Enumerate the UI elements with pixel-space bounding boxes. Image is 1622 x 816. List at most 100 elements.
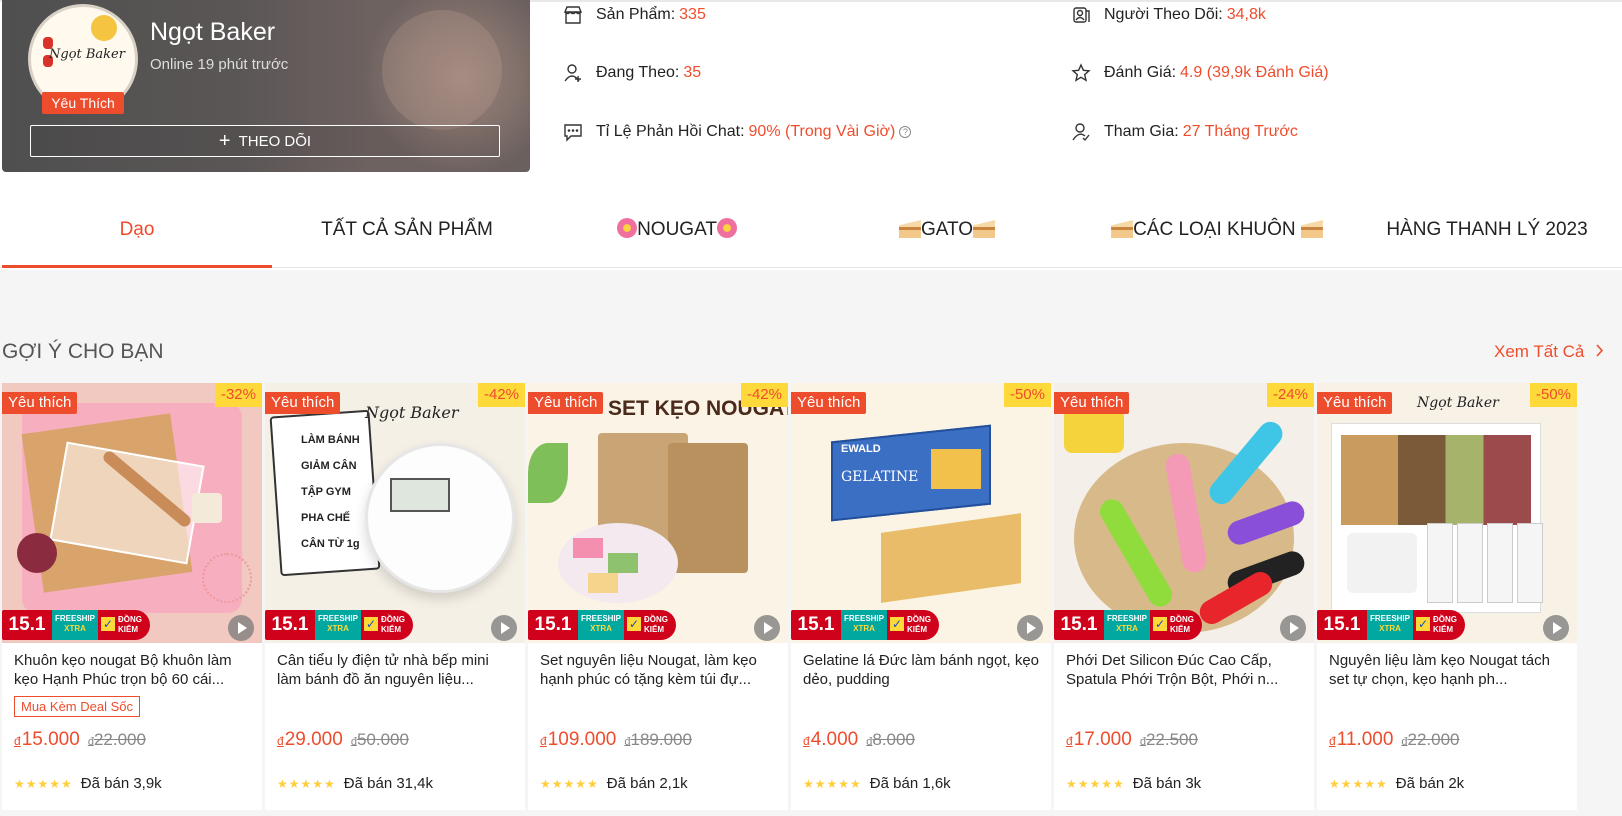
play-video-icon[interactable] bbox=[491, 615, 517, 641]
sold-count: Đã bán 2k bbox=[1395, 775, 1465, 792]
dong-kiem-badge: ✓ ĐỒNG KIỂM bbox=[1413, 610, 1465, 640]
freeship-text: FREESHIP bbox=[843, 614, 884, 623]
product-card[interactable]: Yêu thích -24% 15.1 FREESHIP XTRA ✓ ĐỒNG KI… bbox=[1054, 383, 1314, 810]
play-video-icon[interactable] bbox=[1280, 615, 1306, 641]
rating-row: ★★★★★ Đã bán 2,1k bbox=[540, 775, 688, 792]
star-rating-icon: ★★★★★ bbox=[803, 776, 862, 791]
price-value: 109.000 bbox=[547, 729, 617, 750]
tab-nougat[interactable]: NOUGAT bbox=[542, 192, 812, 268]
plus-icon: + bbox=[218, 130, 231, 152]
star-icon bbox=[1070, 62, 1092, 84]
product-name[interactable]: Cân tiểu ly điện tử nhà bếp mini làm bán… bbox=[277, 651, 515, 689]
check-icon: ✓ bbox=[1153, 617, 1167, 631]
sold-count: Đã bán 2,1k bbox=[606, 775, 688, 792]
product-image[interactable]: Ngọt Baker bbox=[1317, 383, 1577, 643]
product-card[interactable]: EWALD GELATINE Yêu thích -50% 15.1 FREES… bbox=[791, 383, 1051, 810]
original-price: đ8.000 bbox=[866, 730, 915, 750]
image-text: LÀM BÁNH bbox=[301, 434, 360, 446]
old-price-value: 22.000 bbox=[93, 730, 146, 749]
dong-kiem-text: ĐỒNG bbox=[118, 615, 142, 624]
product-image[interactable] bbox=[2, 383, 262, 643]
tab-gato[interactable]: GATO bbox=[812, 192, 1082, 268]
sold-count: Đã bán 1,6k bbox=[869, 775, 951, 792]
rating-row: ★★★★★ Đã bán 1,6k bbox=[803, 775, 951, 792]
follow-button-label: THEO DÕI bbox=[238, 132, 312, 150]
dong-kiem-text: KIỂM bbox=[1433, 625, 1453, 634]
freeship-xtra-text: XTRA bbox=[1116, 624, 1138, 633]
star-rating-icon: ★★★★★ bbox=[1066, 776, 1125, 791]
product-name[interactable]: Phới Det Silicon Đúc Cao Cấp, Spatula Ph… bbox=[1066, 651, 1304, 689]
dong-kiem-badge: ✓ ĐỒNG KIỂM bbox=[361, 610, 413, 640]
product-name[interactable]: Set nguyên liệu Nougat, làm kẹo hạnh phú… bbox=[540, 651, 778, 689]
tab-label: Dạo bbox=[119, 219, 155, 240]
play-video-icon[interactable] bbox=[1543, 615, 1569, 641]
freeship-badge: FREESHIP XTRA bbox=[52, 610, 98, 640]
product-card[interactable]: LÀM BÁNH GIẢM CÂN TẬP GYM PHA CHẾ CÂN TỪ… bbox=[265, 383, 525, 810]
cake-icon bbox=[898, 220, 921, 238]
image-logo-text: Ngọt Baker bbox=[1417, 395, 1499, 411]
freeship-xtra-text: XTRA bbox=[1379, 624, 1401, 633]
stat-value: 35 bbox=[683, 64, 702, 81]
shop-favorite-badge: Yêu Thích bbox=[42, 92, 124, 114]
stat-rating: Đánh Giá: 4.9 (39,9k Đánh Giá) bbox=[1070, 62, 1329, 84]
stat-following: Đang Theo: 35 bbox=[562, 62, 701, 84]
cake-icon bbox=[1300, 220, 1323, 238]
product-image[interactable]: SET KẸO NOUGAT bbox=[528, 383, 788, 643]
image-product-text: GELATINE bbox=[841, 469, 919, 485]
dong-kiem-text: KIỂM bbox=[644, 625, 664, 634]
promo-date: 15.1 bbox=[791, 610, 841, 640]
tab-clearance-2023[interactable]: HÀNG THANH LÝ 2023 bbox=[1352, 192, 1622, 268]
check-icon: ✓ bbox=[364, 617, 378, 631]
rating-row: ★★★★★ Đã bán 2k bbox=[1329, 775, 1464, 792]
star-rating-icon: ★★★★★ bbox=[14, 776, 73, 791]
sold-count: Đã bán 3k bbox=[1132, 775, 1202, 792]
image-brand-text: EWALD bbox=[841, 443, 881, 455]
see-all-link[interactable]: Xem Tất Cả bbox=[1494, 342, 1604, 362]
check-icon: ✓ bbox=[890, 617, 904, 631]
promo-date: 15.1 bbox=[1054, 610, 1104, 640]
flower-icon bbox=[716, 218, 737, 238]
product-name[interactable]: Gelatine lá Đức làm bánh ngọt, kẹo dẻo, … bbox=[803, 651, 1041, 689]
tab-dao[interactable]: Dạo bbox=[2, 192, 272, 268]
see-all-label: Xem Tất Cả bbox=[1494, 342, 1585, 361]
product-image[interactable]: EWALD GELATINE bbox=[791, 383, 1051, 643]
dong-kiem-text: ĐỒNG bbox=[907, 615, 931, 624]
product-card[interactable]: SET KẸO NOUGAT Yêu thích -42% 15.1 FREES… bbox=[528, 383, 788, 810]
product-image[interactable] bbox=[1054, 383, 1314, 643]
discount-badge: -42% bbox=[477, 383, 525, 407]
rating-row: ★★★★★ Đã bán 3k bbox=[1066, 775, 1201, 792]
deal-tag: Mua Kèm Deal Sốc bbox=[14, 696, 140, 717]
play-video-icon[interactable] bbox=[228, 615, 254, 641]
freeship-text: FREESHIP bbox=[580, 614, 621, 623]
stat-label: Tham Gia: bbox=[1104, 123, 1179, 140]
stat-label: Sản Phẩm: bbox=[596, 6, 676, 23]
play-video-icon[interactable] bbox=[1017, 615, 1043, 641]
dong-kiem-badge: ✓ ĐỒNG KIỂM bbox=[1150, 610, 1202, 640]
sold-count: Đã bán 31,4k bbox=[343, 775, 434, 792]
product-card[interactable]: Yêu thích -32% 15.1 FREESHIP XTRA ✓ ĐỒNG KI… bbox=[2, 383, 262, 810]
freeship-xtra-text: XTRA bbox=[853, 624, 875, 633]
price-row: đ4.000 đ8.000 bbox=[803, 729, 915, 751]
follow-button[interactable]: + THEO DÕI bbox=[30, 125, 500, 157]
help-icon[interactable]: ? bbox=[899, 126, 912, 138]
tab-label: TẤT CẢ SẢN PHẨM bbox=[321, 219, 493, 240]
dong-kiem-text: KIỂM bbox=[118, 625, 138, 634]
product-name[interactable]: Nguyên liệu làm kẹo Nougat tách set tự c… bbox=[1329, 651, 1567, 689]
tab-all-products[interactable]: TẤT CẢ SẢN PHẨM bbox=[272, 192, 542, 268]
section-title: GỢI Ý CHO BẠN bbox=[2, 340, 164, 363]
flower-icon bbox=[617, 218, 638, 238]
dong-kiem-text: ĐỒNG bbox=[381, 615, 405, 624]
promo-banner: 15.1 FREESHIP XTRA ✓ ĐỒNG KIỂM bbox=[1317, 608, 1467, 642]
dong-kiem-text: KIỂM bbox=[1170, 625, 1190, 634]
cake-icon bbox=[973, 220, 996, 238]
promo-date: 15.1 bbox=[265, 610, 315, 640]
price-value: 11.000 bbox=[1336, 729, 1394, 750]
product-card[interactable]: Ngọt Baker Yêu thích -50% 15.1 FREESHIP X… bbox=[1317, 383, 1577, 810]
tab-molds[interactable]: CÁC LOẠI KHUÔN bbox=[1082, 192, 1352, 268]
play-video-icon[interactable] bbox=[754, 615, 780, 641]
original-price: đ50.000 bbox=[351, 730, 409, 750]
freeship-xtra-text: XTRA bbox=[64, 624, 86, 633]
star-rating-icon: ★★★★★ bbox=[277, 776, 336, 791]
product-name[interactable]: Khuôn kẹo nougat Bộ khuôn làm kẹo Hạnh P… bbox=[14, 651, 252, 689]
product-image[interactable]: LÀM BÁNH GIẢM CÂN TẬP GYM PHA CHẾ CÂN TỪ… bbox=[265, 383, 525, 643]
